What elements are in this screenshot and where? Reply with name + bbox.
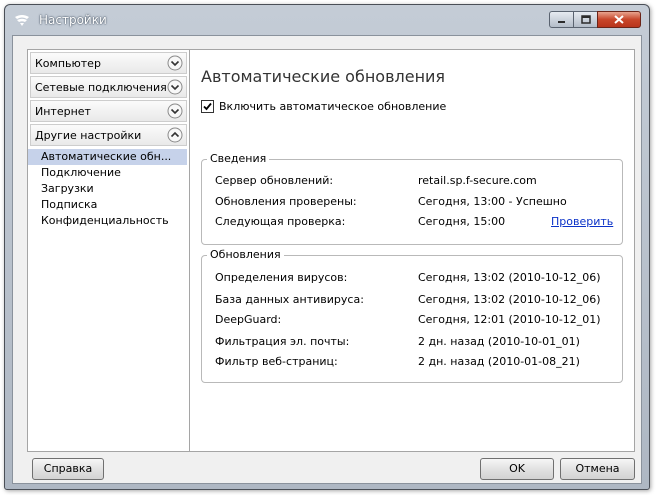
sidebar-section-internet[interactable]: Интернет xyxy=(30,100,187,122)
update-value: Сегодня, 13:02 (2010-10-12_06) xyxy=(418,271,601,284)
chevron-down-icon[interactable] xyxy=(167,103,183,119)
client-area: Компьютер Сетевые подключения Интернет Д… xyxy=(12,35,642,484)
help-button[interactable]: Справка xyxy=(32,458,104,480)
sidebar-section-label: Компьютер xyxy=(35,57,101,70)
settings-window: Настройки Компьютер Сетевые подключения xyxy=(4,4,650,490)
minimize-button[interactable] xyxy=(549,11,574,28)
info-value: Сегодня, 15:00 xyxy=(418,215,506,228)
sidebar: Компьютер Сетевые подключения Интернет Д… xyxy=(28,50,190,451)
minimize-icon xyxy=(557,20,565,23)
info-value: retail.sp.f-secure.com xyxy=(418,174,537,187)
update-value: Сегодня, 13:02 (2010-10-12_06) xyxy=(418,293,601,306)
chevron-down-icon[interactable] xyxy=(167,55,183,71)
updates-group: Обновления Определения вирусов: Сегодня,… xyxy=(201,248,623,383)
update-label: Фильтрация эл. почты: xyxy=(215,335,350,348)
info-group-title: Сведения xyxy=(207,152,270,165)
cancel-button[interactable]: Отмена xyxy=(560,458,635,480)
settings-panel: Компьютер Сетевые подключения Интернет Д… xyxy=(27,49,635,452)
check-now-link[interactable]: Проверить xyxy=(551,215,613,228)
info-label: Обновления проверены: xyxy=(215,195,357,208)
update-value: 2 дн. назад (2010-01-08_21) xyxy=(418,355,580,368)
sidebar-item-privacy[interactable]: Конфиденциальность xyxy=(28,213,189,229)
info-label: Сервер обновлений: xyxy=(215,174,334,187)
ok-button[interactable]: OK xyxy=(480,458,554,480)
info-value: Сегодня, 13:00 - Успешно xyxy=(418,195,567,208)
sidebar-subitems: Автоматические обн... Подключение Загруз… xyxy=(28,149,189,229)
window-title: Настройки xyxy=(39,13,107,27)
update-value: Сегодня, 12:01 (2010-10-12_01) xyxy=(418,313,601,326)
maximize-button[interactable] xyxy=(573,11,598,28)
auto-update-option: Включить автоматическое обновление xyxy=(201,100,446,113)
sidebar-item-connection[interactable]: Подключение xyxy=(28,165,189,181)
sidebar-item-downloads[interactable]: Загрузки xyxy=(28,181,189,197)
auto-update-checkbox[interactable] xyxy=(201,100,214,113)
sidebar-section-label: Другие настройки xyxy=(35,129,142,142)
update-label: База данных антивируса: xyxy=(215,293,364,306)
title-bar[interactable]: Настройки xyxy=(5,5,649,35)
updates-group-title: Обновления xyxy=(207,248,284,261)
sidebar-section-label: Интернет xyxy=(35,105,91,118)
update-label: Определения вирусов: xyxy=(215,271,348,284)
update-label: DeepGuard: xyxy=(215,313,282,326)
chevron-down-icon[interactable] xyxy=(167,79,183,95)
info-group: Сведения Сервер обновлений: retail.sp.f-… xyxy=(201,152,623,245)
maximize-icon xyxy=(580,15,591,24)
info-label: Следующая проверка: xyxy=(215,215,346,228)
sidebar-section-other-settings[interactable]: Другие настройки xyxy=(30,124,187,146)
update-label: Фильтр веб-страниц: xyxy=(215,355,338,368)
update-value: 2 дн. назад (2010-10-01_01) xyxy=(418,335,580,348)
chevron-up-icon[interactable] xyxy=(167,127,183,143)
sidebar-item-subscription[interactable]: Подписка xyxy=(28,197,189,213)
sidebar-section-label: Сетевые подключения xyxy=(35,81,167,94)
sidebar-section-network[interactable]: Сетевые подключения xyxy=(30,76,187,98)
page-title: Автоматические обновления xyxy=(201,67,446,86)
close-icon xyxy=(614,15,624,24)
close-button[interactable] xyxy=(597,11,641,28)
sidebar-section-computer[interactable]: Компьютер xyxy=(30,52,187,74)
checkmark-icon xyxy=(203,102,212,111)
auto-update-label[interactable]: Включить автоматическое обновление xyxy=(219,100,446,113)
content-area: Автоматические обновления Включить автом… xyxy=(201,50,634,451)
f-secure-logo-icon xyxy=(15,15,29,26)
sidebar-item-auto-updates[interactable]: Автоматические обн... xyxy=(28,149,187,165)
